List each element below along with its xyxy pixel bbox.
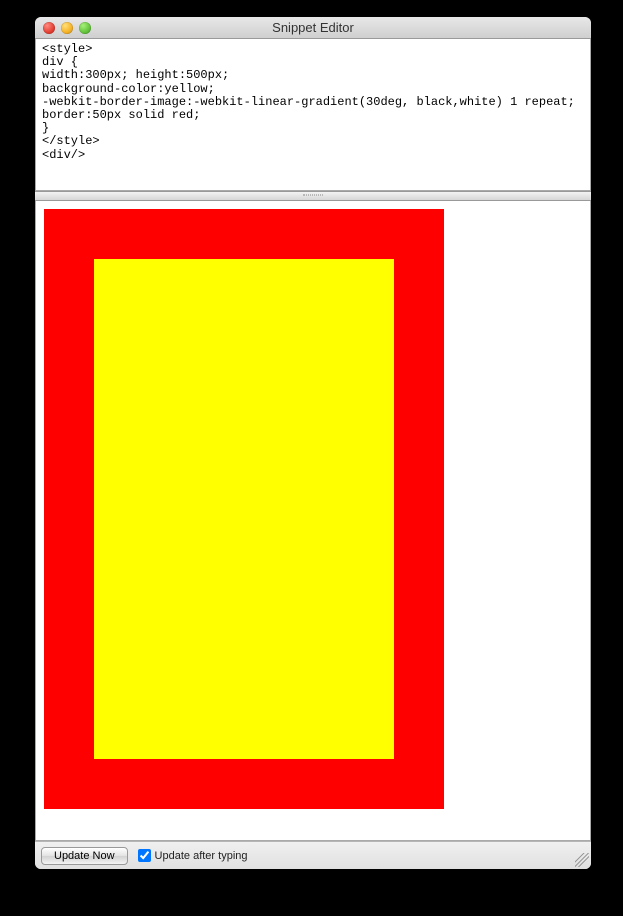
zoom-icon[interactable] [79, 22, 91, 34]
preview-pane [35, 201, 591, 841]
window-title: Snippet Editor [35, 20, 591, 35]
update-now-button[interactable]: Update Now [41, 847, 128, 865]
traffic-lights [43, 22, 91, 34]
auto-update-checkbox[interactable]: Update after typing [138, 849, 248, 862]
preview-iframe [36, 201, 590, 840]
app-window: Snippet Editor Update Now Update after t… [35, 17, 591, 869]
resize-grip-icon[interactable] [575, 853, 589, 867]
code-editor[interactable] [35, 39, 591, 191]
close-icon[interactable] [43, 22, 55, 34]
auto-update-label: Update after typing [155, 850, 248, 862]
pane-splitter[interactable] [35, 191, 591, 201]
minimize-icon[interactable] [61, 22, 73, 34]
auto-update-input[interactable] [138, 849, 151, 862]
titlebar[interactable]: Snippet Editor [35, 17, 591, 39]
footer-bar: Update Now Update after typing [35, 841, 591, 869]
